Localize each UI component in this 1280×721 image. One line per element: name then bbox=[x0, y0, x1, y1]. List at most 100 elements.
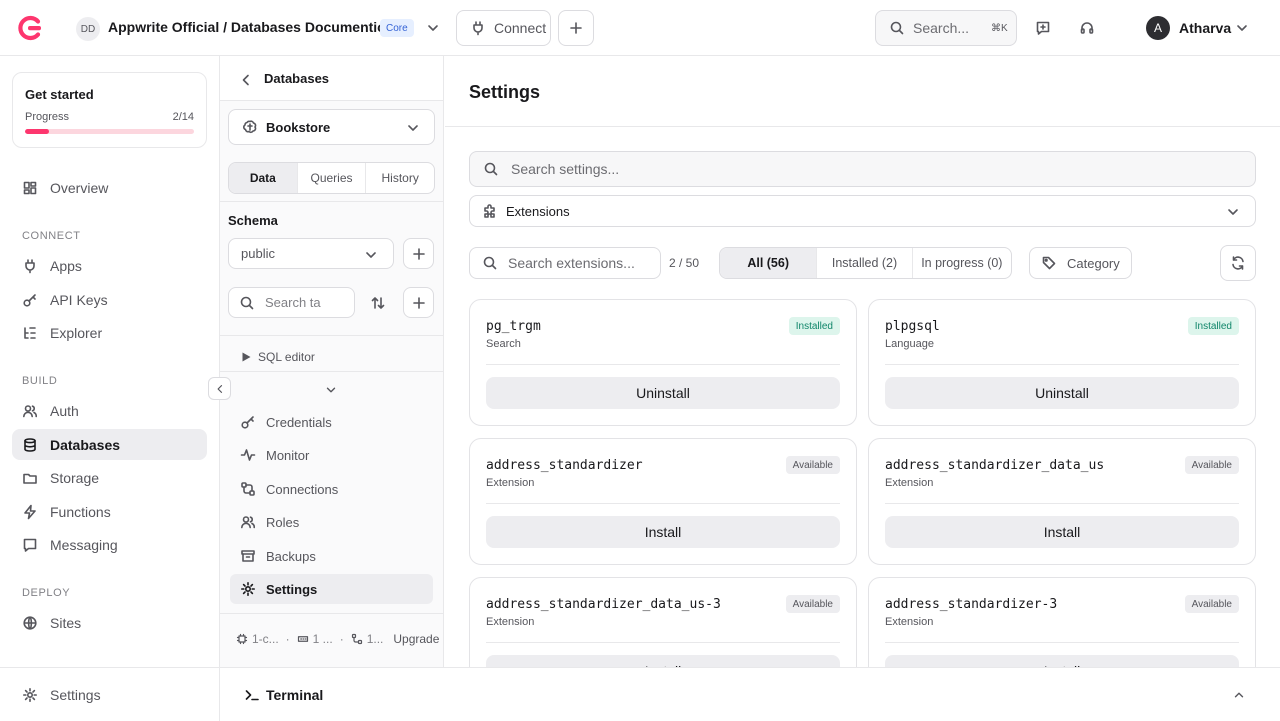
chevron-down-icon[interactable] bbox=[425, 20, 441, 36]
panel-item-credentials[interactable]: Credentials bbox=[230, 407, 433, 437]
chevron-down-icon[interactable] bbox=[1234, 20, 1250, 36]
database-select[interactable]: Bookstore bbox=[228, 109, 435, 145]
extension-category: Extension bbox=[885, 616, 934, 628]
sidebar-item-sites[interactable]: Sites bbox=[12, 607, 207, 638]
panel-item-roles[interactable]: Roles bbox=[230, 507, 433, 537]
global-search[interactable]: Search... ⌘K bbox=[875, 10, 1017, 46]
get-started-card[interactable]: Get started Progress 2/14 bbox=[12, 72, 207, 148]
schema-select[interactable]: public bbox=[228, 238, 394, 269]
divider bbox=[885, 364, 1239, 365]
divider bbox=[885, 642, 1239, 643]
plus-icon bbox=[412, 247, 425, 260]
sidebar-item-settings[interactable]: Settings bbox=[12, 679, 207, 710]
chevron-up-icon[interactable] bbox=[1232, 688, 1246, 702]
extension-category: Extension bbox=[486, 616, 535, 628]
uninstall-button[interactable]: Uninstall bbox=[486, 377, 840, 409]
sidebar-item-label: Auth bbox=[50, 402, 79, 419]
panel-header: Databases bbox=[220, 56, 443, 101]
progress-bar-fill bbox=[25, 129, 50, 134]
uninstall-button[interactable]: Uninstall bbox=[885, 377, 1239, 409]
sort-icon[interactable] bbox=[370, 295, 386, 311]
org-avatar[interactable]: DD bbox=[76, 17, 100, 41]
sidebar-item-explorer[interactable]: Explorer bbox=[12, 317, 207, 348]
section-select[interactable]: Extensions bbox=[469, 195, 1256, 227]
chevron-left-icon bbox=[217, 384, 222, 393]
status-badge: Available bbox=[1184, 595, 1239, 613]
filter-in-progress[interactable]: In progress (0) bbox=[913, 248, 1011, 278]
panel-title: Databases bbox=[264, 71, 330, 86]
extension-name: pg_trgm bbox=[486, 319, 541, 334]
sidebar-item-apps[interactable]: Apps bbox=[12, 250, 207, 281]
user-avatar[interactable]: A bbox=[1146, 16, 1170, 40]
sidebar-item-label: Storage bbox=[50, 469, 100, 486]
feedback-icon[interactable] bbox=[1035, 20, 1051, 36]
panel-item-backups[interactable]: Backups bbox=[230, 541, 433, 571]
section-deploy: DEPLOY bbox=[22, 587, 71, 599]
sidebar-item-api-keys[interactable]: API Keys bbox=[12, 284, 207, 315]
sidebar-item-label: Functions bbox=[50, 503, 111, 520]
category-filter-button[interactable]: Category bbox=[1029, 247, 1132, 279]
tag-icon bbox=[1042, 256, 1056, 270]
appwrite-logo-icon[interactable] bbox=[16, 14, 44, 42]
search-icon bbox=[240, 296, 254, 309]
project-breadcrumb[interactable]: Appwrite Official / Databases Documentio… bbox=[108, 19, 394, 35]
panel-item-monitor[interactable]: Monitor bbox=[230, 440, 433, 470]
collapse-sidebar-button[interactable] bbox=[208, 377, 231, 400]
sidebar-item-auth[interactable]: Auth bbox=[12, 395, 207, 426]
tab-data[interactable]: Data bbox=[229, 163, 298, 193]
chevron-left-icon[interactable] bbox=[238, 72, 254, 88]
message-icon bbox=[23, 538, 37, 552]
play-icon bbox=[242, 352, 251, 362]
usage-cpu: 1-c... bbox=[252, 632, 279, 646]
list-tree-icon bbox=[24, 326, 36, 339]
users-icon bbox=[241, 516, 255, 529]
settings-search-input[interactable]: Search settings... bbox=[469, 151, 1256, 187]
chevron-down-icon bbox=[408, 125, 418, 131]
add-table-button[interactable] bbox=[403, 287, 434, 318]
extension-card: address_standardizer-3 Extension Availab… bbox=[868, 577, 1256, 667]
sidebar-item-databases[interactable]: Databases bbox=[12, 429, 207, 460]
terminal-bar[interactable]: Terminal bbox=[220, 667, 1280, 721]
divider bbox=[220, 613, 443, 614]
connections-icon bbox=[351, 633, 362, 645]
table-search-input[interactable]: Search ta bbox=[228, 287, 355, 318]
panel-item-settings[interactable]: Settings bbox=[230, 574, 433, 604]
plus-icon bbox=[412, 296, 425, 309]
filter-installed[interactable]: Installed (2) bbox=[817, 248, 913, 278]
top-bar: DD Appwrite Official / Databases Documen… bbox=[0, 0, 1280, 56]
refresh-button[interactable] bbox=[1220, 245, 1256, 281]
connect-button[interactable]: Connect bbox=[456, 10, 551, 46]
usage-memory: 1 ... bbox=[312, 632, 333, 646]
install-button[interactable]: Install bbox=[885, 516, 1239, 548]
sidebar-item-messaging[interactable]: Messaging bbox=[12, 529, 207, 560]
database-name: Bookstore bbox=[266, 119, 331, 135]
add-button[interactable] bbox=[558, 10, 594, 46]
install-button[interactable]: Install bbox=[885, 655, 1239, 667]
panel-item-connections[interactable]: Connections bbox=[230, 474, 433, 504]
sql-editor-item[interactable]: SQL editor bbox=[240, 350, 315, 364]
support-headset-icon[interactable] bbox=[1079, 20, 1095, 36]
tab-history[interactable]: History bbox=[366, 163, 434, 193]
sidebar-item-functions[interactable]: Functions bbox=[12, 496, 207, 527]
install-button[interactable]: Install bbox=[486, 516, 840, 548]
add-schema-button[interactable] bbox=[403, 238, 434, 269]
sidebar-item-overview[interactable]: Overview bbox=[12, 172, 207, 203]
folder-icon bbox=[23, 473, 37, 484]
sidebar-item-storage[interactable]: Storage bbox=[12, 462, 207, 493]
search-icon bbox=[890, 21, 904, 35]
cpu-icon bbox=[236, 633, 248, 645]
memory-icon bbox=[297, 636, 308, 642]
data-tabs: Data Queries History bbox=[228, 162, 435, 194]
install-button[interactable]: Install bbox=[486, 655, 840, 667]
sidebar-item-label: Apps bbox=[50, 257, 82, 274]
chevron-down-icon[interactable] bbox=[324, 383, 338, 397]
filter-all[interactable]: All (56) bbox=[720, 248, 818, 278]
section-select-value: Extensions bbox=[506, 203, 570, 219]
tab-queries[interactable]: Queries bbox=[298, 163, 367, 193]
status-badge: Available bbox=[785, 456, 840, 474]
extension-name: address_standardizer-3 bbox=[885, 597, 1058, 612]
user-name[interactable]: Atharva bbox=[1179, 20, 1231, 36]
status-badge: Available bbox=[785, 595, 840, 613]
extensions-search-input[interactable]: Search extensions... bbox=[469, 247, 661, 279]
upgrade-link[interactable]: Upgrade bbox=[393, 632, 439, 646]
